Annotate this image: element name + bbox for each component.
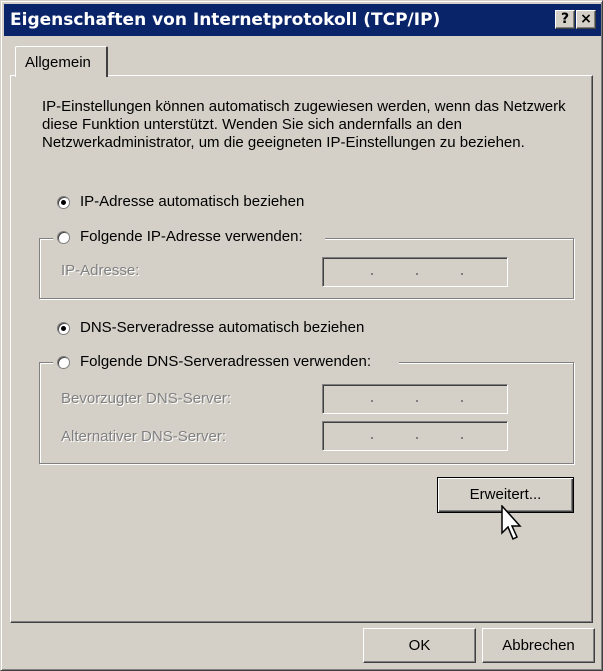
dns-alternate-field[interactable] xyxy=(322,421,508,451)
ok-button-label: OK xyxy=(408,637,431,654)
dns-preferred-field[interactable] xyxy=(322,384,508,414)
tab-allgemein[interactable]: Allgemein xyxy=(15,46,108,77)
ip-auto-label[interactable]: IP-Adresse automatisch beziehen xyxy=(80,193,304,210)
help-icon: ? xyxy=(560,11,570,27)
dns-manual-radio[interactable] xyxy=(57,356,70,369)
dns-auto-radio[interactable] xyxy=(57,322,70,335)
ok-button[interactable]: OK xyxy=(363,628,476,663)
dns-manual-label[interactable]: Folgende DNS-Serveradressen verwenden: xyxy=(80,353,371,370)
dns-alternate-label: Alternativer DNS-Server: xyxy=(61,428,227,445)
close-button[interactable]: × xyxy=(576,10,596,29)
tab-allgemein-label: Allgemein xyxy=(25,54,91,71)
close-icon: × xyxy=(580,11,592,27)
mouse-pointer-icon xyxy=(501,505,522,541)
ip-manual-label[interactable]: Folgende IP-Adresse verwenden: xyxy=(80,228,303,245)
cancel-button[interactable]: Abbrechen xyxy=(482,628,595,663)
description-text: IP-Einstellungen können automatisch zuge… xyxy=(42,98,566,151)
cancel-button-label: Abbrechen xyxy=(502,637,575,654)
dns-auto-label[interactable]: DNS-Serveradresse automatisch beziehen xyxy=(80,319,364,336)
advanced-button-label: Erweitert... xyxy=(469,486,542,503)
ip-address-label: IP-Adresse: xyxy=(61,262,140,279)
dns-preferred-label: Bevorzugter DNS-Server: xyxy=(61,390,232,407)
ip-auto-radio[interactable] xyxy=(57,196,70,209)
ip-address-field[interactable] xyxy=(322,257,508,287)
ip-manual-radio[interactable] xyxy=(57,231,70,244)
tcpip-properties-dialog: Eigenschaften von Internetprotokoll (TCP… xyxy=(0,0,603,671)
title-bar[interactable]: Eigenschaften von Internetprotokoll (TCP… xyxy=(4,4,601,36)
help-button[interactable]: ? xyxy=(555,10,575,29)
window-title: Eigenschaften von Internetprotokoll (TCP… xyxy=(10,10,441,30)
